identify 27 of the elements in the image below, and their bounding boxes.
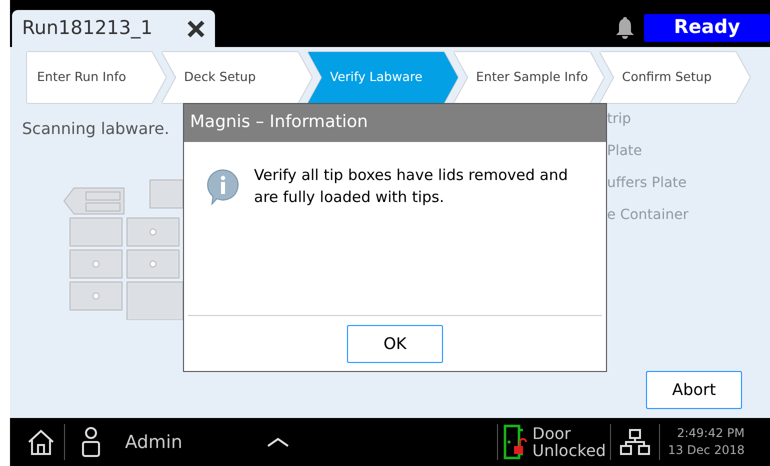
- labware-label: Plate: [607, 142, 644, 161]
- labware-label: uffers Plate: [607, 174, 688, 193]
- bell-icon[interactable]: [614, 16, 636, 40]
- step-tab[interactable]: Deck Setup: [162, 52, 312, 103]
- status-badge: Ready: [644, 14, 770, 42]
- step-tab[interactable]: Enter Sample Info: [454, 52, 604, 103]
- dialog-title: Magnis – Information: [184, 104, 606, 142]
- door-status: Unlocked: [532, 442, 606, 459]
- network-icon[interactable]: [618, 428, 651, 456]
- door-icon: [502, 424, 528, 460]
- abort-button[interactable]: Abort: [646, 371, 742, 409]
- step-tab[interactable]: Enter Run Info: [27, 52, 166, 103]
- dialog-message: Verify all tip boxes have lids removed and are fully loaded with tips.: [254, 165, 569, 208]
- labware-label: e Container: [607, 206, 688, 225]
- info-icon: [206, 168, 240, 206]
- home-icon[interactable]: [26, 427, 56, 457]
- chevron-up-icon[interactable]: [267, 437, 290, 447]
- ok-button[interactable]: OK: [347, 324, 443, 362]
- clock-date: 13 Dec 2018: [668, 442, 745, 459]
- clock-time: 2:49:42 PM: [676, 425, 745, 442]
- door-status: Door: [532, 425, 572, 442]
- user-name: Admin: [125, 430, 182, 454]
- status-text: Scanning labware.: [22, 118, 170, 140]
- step-tab[interactable]: Confirm Setup: [600, 52, 750, 103]
- user-icon[interactable]: [81, 426, 101, 458]
- labware-label: trip: [607, 110, 632, 129]
- close-icon[interactable]: [187, 20, 205, 38]
